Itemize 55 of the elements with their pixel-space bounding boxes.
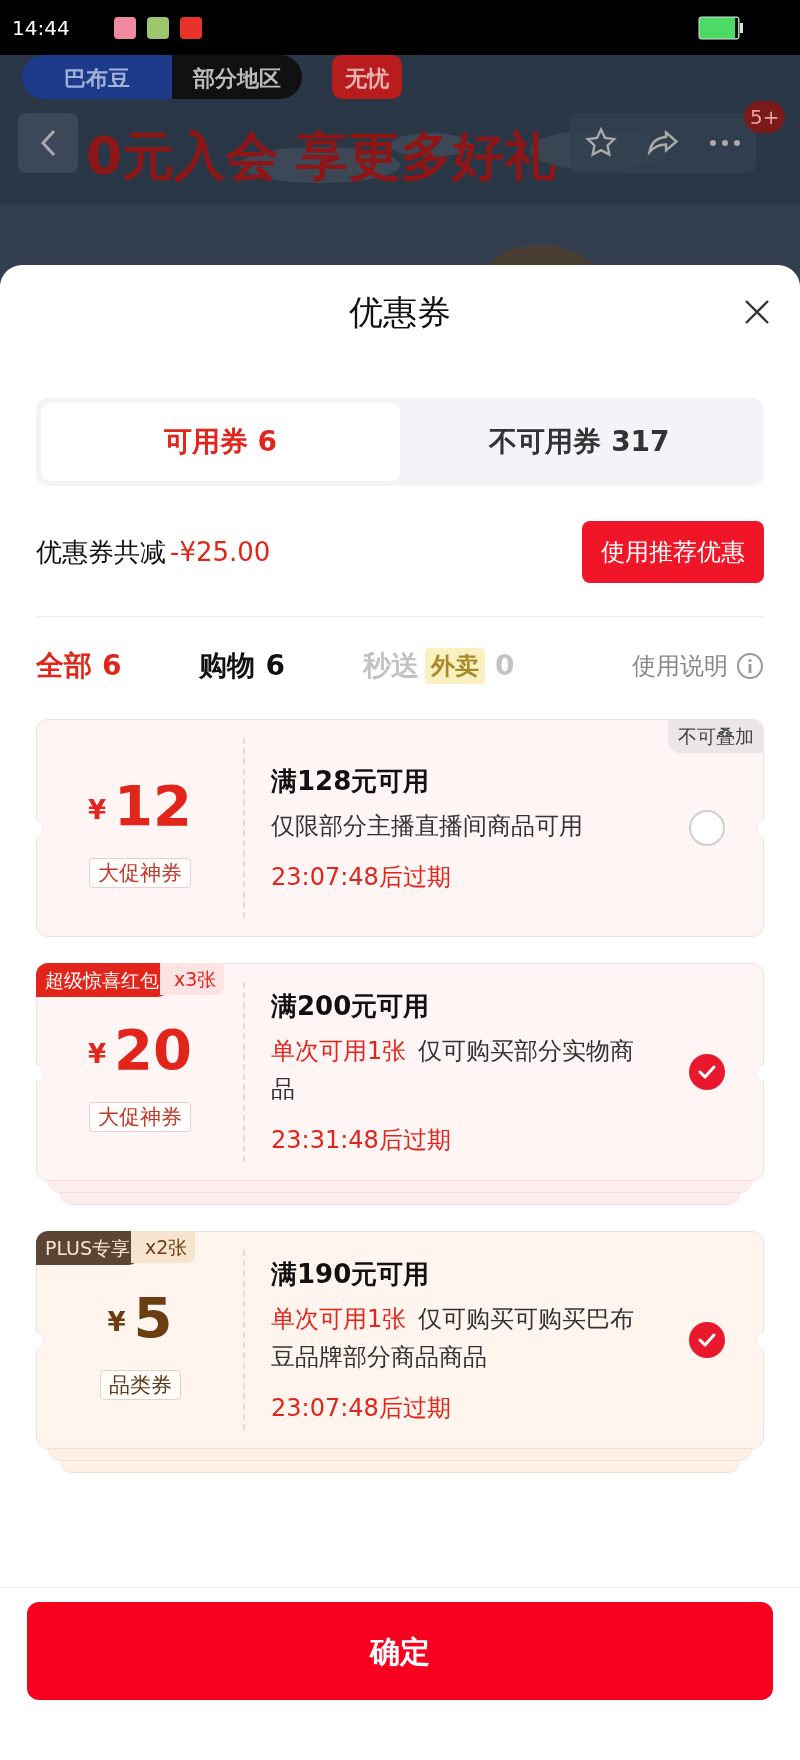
discount-total: 优惠券共减-¥25.00 <box>36 535 271 569</box>
currency-sign: ¥ <box>88 1038 107 1071</box>
notch <box>756 1332 764 1350</box>
coupon-amount: 20 <box>114 1020 192 1080</box>
app-icon <box>146 16 169 39</box>
quantity-label: x3张 <box>160 963 225 995</box>
notch <box>36 820 44 838</box>
app-icon <box>113 16 136 39</box>
notch <box>36 1064 44 1082</box>
confirm-button[interactable]: 确定 <box>27 1602 773 1700</box>
category-tag: 大促神券 <box>89 858 191 888</box>
battery-icon <box>698 15 744 40</box>
close-icon <box>744 299 770 325</box>
promo-headline: 0元入会 享更多好礼 <box>86 125 557 188</box>
recommend-button[interactable]: 使用推荐优惠 <box>582 521 764 583</box>
expiry-text: 23:07:48后过期 <box>271 861 452 893</box>
coupon-amount: 5 <box>133 1288 173 1348</box>
coupon-card[interactable]: 超级惊喜红包 x3张 ¥20 大促神券 满200元可用 单次可用1张 仅可购买部分实物商品 23:31:48后过期 <box>36 963 764 1181</box>
currency-sign: ¥ <box>107 1306 126 1339</box>
coupon-description: 单次可用1张 仅可购买可购买巴布豆品牌部分商品商品 <box>271 1303 636 1373</box>
more-icon[interactable] <box>707 138 743 148</box>
status-time: 14:44 <box>12 14 70 42</box>
tag-label: 巴布豆 <box>22 55 172 99</box>
check-icon[interactable] <box>689 1054 725 1090</box>
coupon-amount: 12 <box>114 776 192 836</box>
coupon-tab[interactable]: 不可用券 317 <box>400 403 759 481</box>
help-link[interactable]: 使用说明 <box>632 648 728 684</box>
coupon-description: 仅限部分主播直播间商品可用 <box>271 810 584 842</box>
check-icon[interactable] <box>689 1322 725 1358</box>
filter-tab[interactable]: 购物 6 <box>199 645 285 687</box>
notch <box>36 1332 44 1350</box>
tag-label: 无忧 <box>332 55 402 99</box>
coupon-description: 单次可用1张 仅可购买部分实物商品 <box>271 1035 636 1105</box>
expiry-text: 23:07:48后过期 <box>271 1392 452 1424</box>
coupon-card[interactable]: PLUS专享 x2张 ¥5 品类券 满190元可用 单次可用1张 仅可购买可购买巴布豆品牌部分商品商品 23:07:48后过期 <box>36 1231 764 1449</box>
category-tag: 品类券 <box>99 1370 181 1400</box>
category-tag: 大促神券 <box>89 1102 191 1132</box>
filter-tab[interactable]: 全部 6 <box>36 645 122 687</box>
info-icon[interactable] <box>736 652 764 680</box>
expiry-text: 23:31:48后过期 <box>271 1124 452 1156</box>
coupon-condition: 满190元可用 <box>271 1257 431 1291</box>
notch <box>756 820 764 838</box>
back-button[interactable] <box>18 113 78 173</box>
sheet-title: 优惠券 <box>349 291 451 334</box>
currency-sign: ¥ <box>88 794 107 827</box>
back-icon <box>39 128 57 158</box>
tag-label: 部分地区 <box>172 55 302 99</box>
quantity-label: x2张 <box>131 1231 196 1263</box>
notch <box>756 1064 764 1082</box>
note-badge: 不可叠加 <box>668 719 764 753</box>
coupon-tab[interactable]: 可用券 6 <box>41 403 400 481</box>
coupon-card[interactable]: 不可叠加 ¥12 大促神券 满128元可用 仅限部分主播直播间商品可用 23:07:48后过期 <box>36 719 764 937</box>
coupon-condition: 满200元可用 <box>271 989 431 1023</box>
coupon-condition: 满128元可用 <box>271 764 431 798</box>
app-icon <box>179 16 202 39</box>
